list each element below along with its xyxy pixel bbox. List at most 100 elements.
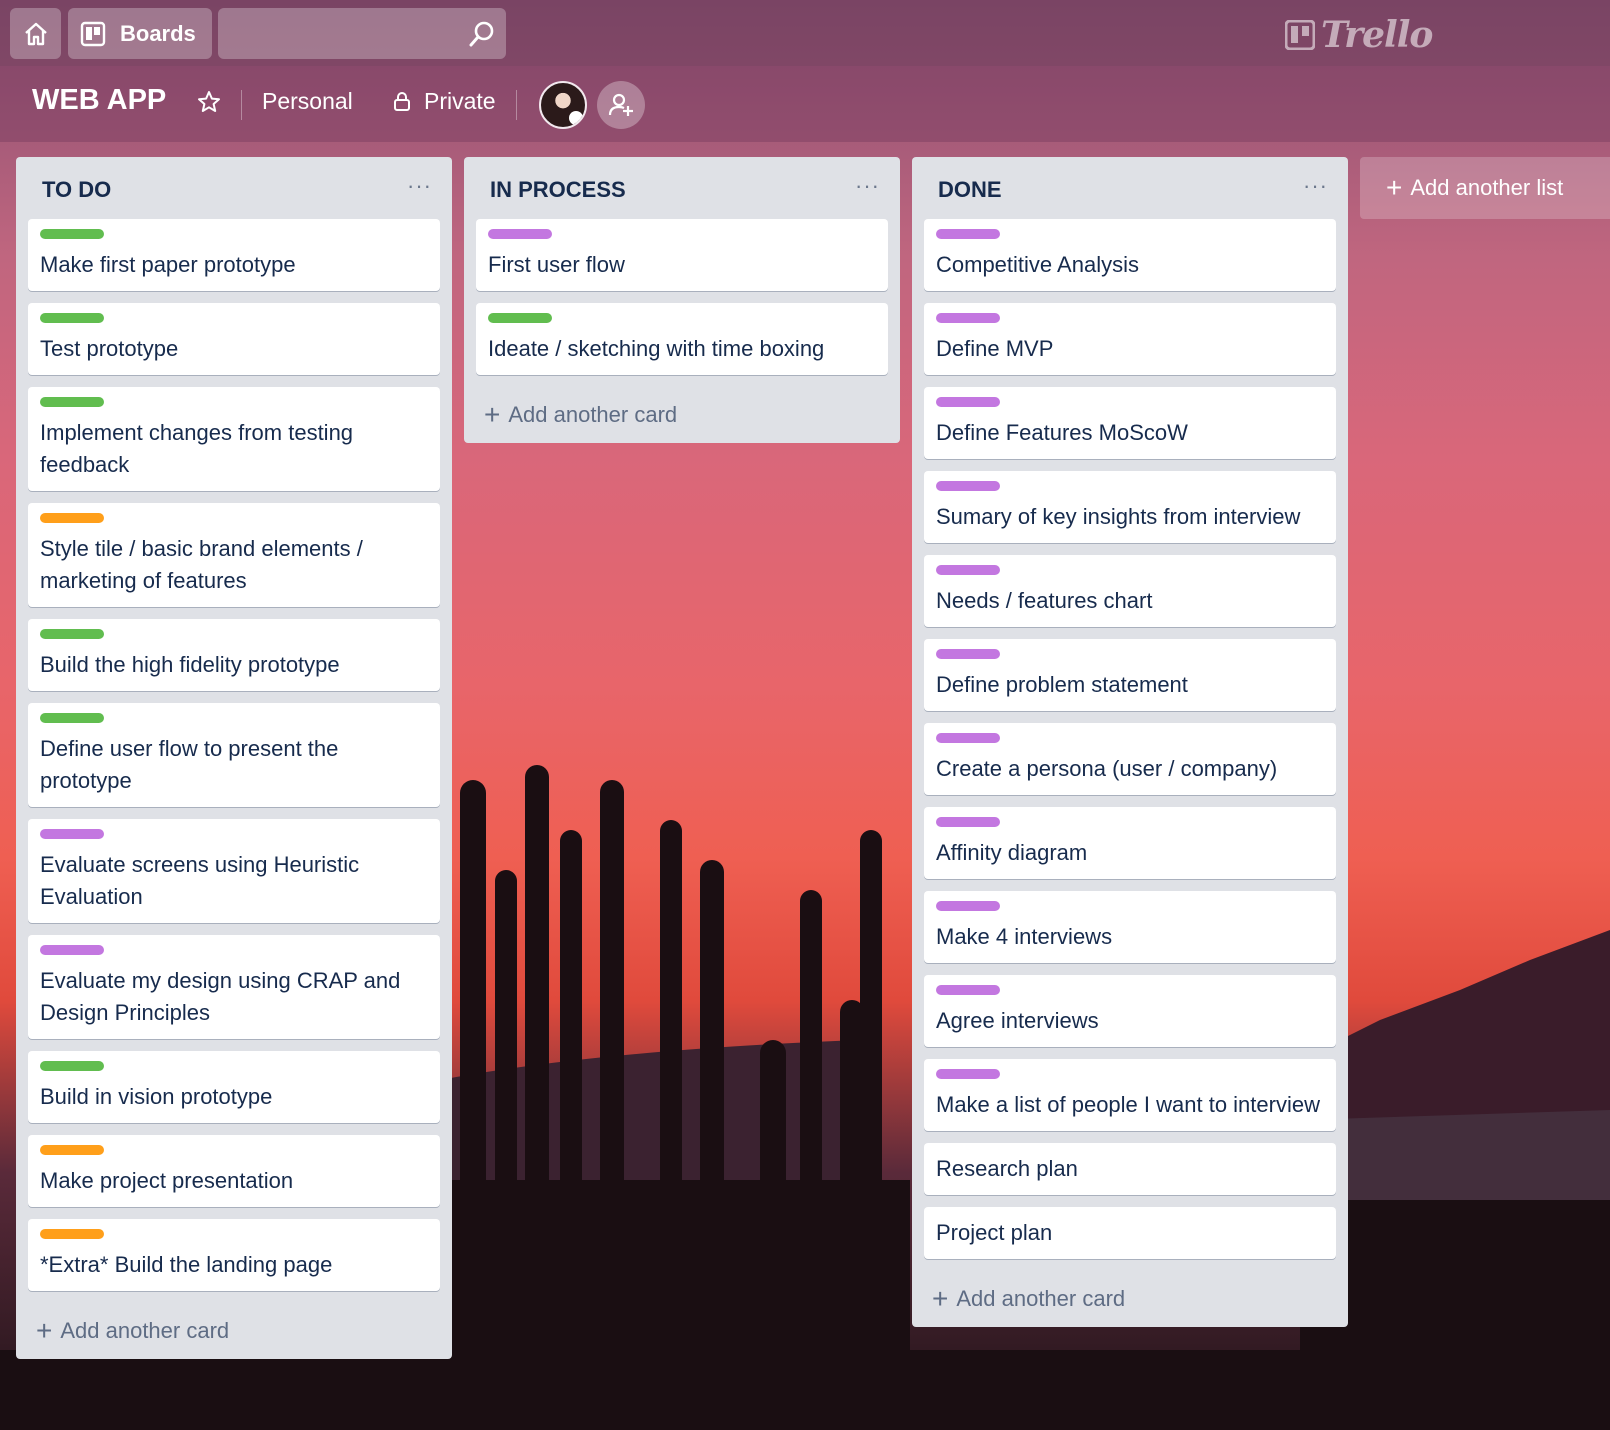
card-label-orange[interactable] [40, 1229, 104, 1239]
card-label-green[interactable] [40, 313, 104, 323]
card-label-orange[interactable] [40, 1145, 104, 1155]
card-title: Create a persona (user / company) [936, 756, 1278, 781]
card-title: Build the high fidelity prototype [40, 652, 340, 677]
card[interactable]: Sumary of key insights from interview [924, 471, 1336, 543]
list-header: TO DO ··· [28, 157, 440, 219]
card-label-purple[interactable] [936, 649, 1000, 659]
card-label-orange[interactable] [40, 513, 104, 523]
card-title: Competitive Analysis [936, 252, 1139, 277]
card-label-green[interactable] [40, 713, 104, 723]
card-label-purple[interactable] [936, 481, 1000, 491]
add-card-button[interactable]: + Add another card [924, 1271, 1336, 1327]
admin-badge-icon [569, 111, 583, 125]
card-title: Project plan [936, 1220, 1053, 1245]
search-icon[interactable] [468, 20, 496, 48]
card[interactable]: Evaluate screens using Heuristic Evaluat… [28, 819, 440, 923]
card-title: Make a list of people I want to intervie… [936, 1092, 1320, 1117]
team-button[interactable]: Personal [262, 88, 353, 115]
card-label-purple[interactable] [936, 985, 1000, 995]
list-done: DONE ··· Competitive Analysis Define MVP Def… [912, 157, 1348, 1327]
visibility-button[interactable]: Private [392, 88, 496, 115]
list-menu-icon[interactable]: ··· [407, 173, 432, 199]
card-label-purple[interactable] [936, 313, 1000, 323]
add-list-label: Add another list [1410, 175, 1564, 200]
card-label-purple[interactable] [936, 1069, 1000, 1079]
card-label-purple[interactable] [936, 397, 1000, 407]
member-avatar[interactable] [539, 81, 587, 129]
card-title: Define MVP [936, 336, 1054, 361]
card[interactable]: Needs / features chart [924, 555, 1336, 627]
card-title: Define Features MoScoW [936, 420, 1188, 445]
card[interactable]: Agree interviews [924, 975, 1336, 1047]
card[interactable]: Affinity diagram [924, 807, 1336, 879]
card-title: *Extra* Build the landing page [40, 1252, 333, 1277]
card[interactable]: Define user flow to present the prototyp… [28, 703, 440, 807]
header-divider [241, 90, 242, 120]
list-title[interactable]: DONE [938, 177, 1002, 203]
card-title: Implement changes from testing feedback [40, 420, 354, 477]
card-title: First user flow [488, 252, 625, 277]
card[interactable]: First user flow [476, 219, 888, 291]
card-title: Affinity diagram [936, 840, 1088, 865]
card[interactable]: Project plan [924, 1207, 1336, 1259]
top-nav-bar: Boards Trello [0, 0, 1610, 66]
card-label-purple[interactable] [936, 565, 1000, 575]
search-input[interactable] [218, 8, 472, 61]
card[interactable]: Evaluate my design using CRAP and Design… [28, 935, 440, 1039]
card[interactable]: *Extra* Build the landing page [28, 1219, 440, 1291]
card-label-purple[interactable] [40, 829, 104, 839]
trello-logo[interactable]: Trello [1285, 14, 1433, 56]
card-label-purple[interactable] [936, 229, 1000, 239]
lock-icon [394, 91, 410, 111]
board-title[interactable]: WEB APP [32, 84, 166, 117]
add-list-button[interactable]: + Add another list [1360, 157, 1610, 219]
card[interactable]: Make a list of people I want to intervie… [924, 1059, 1336, 1131]
home-button[interactable] [10, 8, 61, 59]
card[interactable]: Create a persona (user / company) [924, 723, 1336, 795]
add-card-label: Add another card [60, 1318, 230, 1343]
list-in-process: IN PROCESS ··· First user flow Ideate / ske… [464, 157, 900, 443]
card[interactable]: Make 4 interviews [924, 891, 1336, 963]
card[interactable]: Build in vision prototype [28, 1051, 440, 1123]
card[interactable]: Research plan [924, 1143, 1336, 1195]
card[interactable]: Make first paper prototype [28, 219, 440, 291]
invite-member-button[interactable] [597, 81, 645, 129]
card[interactable]: Build the high fidelity prototype [28, 619, 440, 691]
list-title[interactable]: TO DO [42, 177, 111, 203]
card-label-purple[interactable] [40, 945, 104, 955]
card-label-purple[interactable] [936, 901, 1000, 911]
card-label-purple[interactable] [936, 817, 1000, 827]
card[interactable]: Ideate / sketching with time boxing [476, 303, 888, 375]
add-card-label: Add another card [508, 402, 678, 427]
boards-label: Boards [120, 20, 196, 46]
boards-button[interactable]: Boards [68, 8, 212, 59]
add-card-button[interactable]: + Add another card [476, 387, 888, 443]
card-label-purple[interactable] [936, 733, 1000, 743]
card-label-green[interactable] [40, 1061, 104, 1071]
card-label-green[interactable] [40, 229, 104, 239]
card[interactable]: Define Features MoScoW [924, 387, 1336, 459]
star-board-button[interactable] [197, 90, 221, 119]
card[interactable]: Style tile / basic brand elements / mark… [28, 503, 440, 607]
card[interactable]: Competitive Analysis [924, 219, 1336, 291]
card[interactable]: Make project presentation [28, 1135, 440, 1207]
card[interactable]: Test prototype [28, 303, 440, 375]
card[interactable]: Define problem statement [924, 639, 1336, 711]
list-to-do: TO DO ··· Make first paper prototype Test p… [16, 157, 452, 1359]
add-card-button[interactable]: + Add another card [28, 1303, 440, 1359]
star-icon [198, 91, 220, 112]
list-menu-icon[interactable]: ··· [855, 173, 880, 199]
card-title: Make project presentation [40, 1168, 294, 1193]
list-title[interactable]: IN PROCESS [490, 177, 626, 203]
card-label-green[interactable] [488, 313, 552, 323]
card[interactable]: Define MVP [924, 303, 1336, 375]
card[interactable]: Implement changes from testing feedback [28, 387, 440, 491]
card-label-green[interactable] [40, 629, 104, 639]
card-title: Needs / features chart [936, 588, 1153, 613]
card-label-green[interactable] [40, 397, 104, 407]
card-label-purple[interactable] [488, 229, 552, 239]
header-divider [516, 90, 517, 120]
list-menu-icon[interactable]: ··· [1303, 173, 1328, 199]
search-box[interactable] [218, 8, 506, 61]
card-title: Agree interviews [936, 1008, 1099, 1033]
